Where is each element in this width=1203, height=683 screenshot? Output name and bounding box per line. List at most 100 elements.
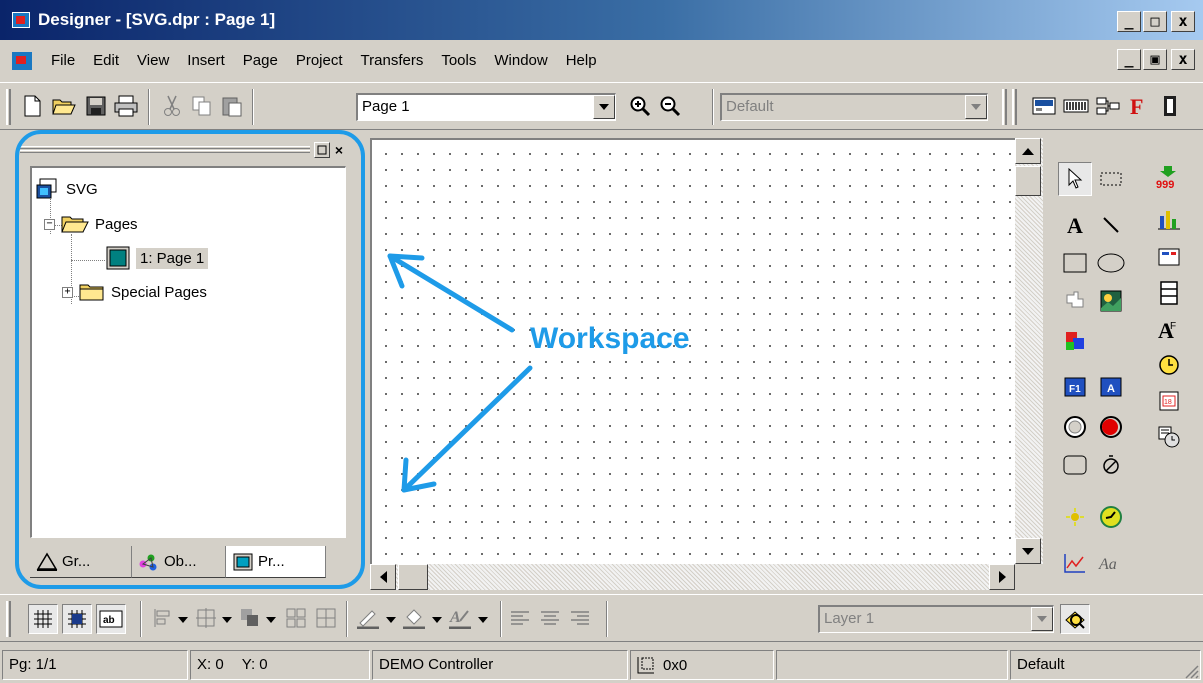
doc-close-button[interactable]: x [1171,49,1195,70]
align-left-icon[interactable] [150,604,178,632]
scroll-down-button[interactable] [1015,538,1041,564]
page-18-icon[interactable]: 18 [1152,384,1186,418]
menu-transfers[interactable]: Transfers [352,52,433,69]
tab-graphics[interactable]: Gr... [30,546,132,578]
text-align-center-icon[interactable] [536,604,564,632]
toolbar-grip[interactable] [6,601,11,637]
message-display-icon[interactable] [1152,240,1186,274]
center-icon[interactable] [192,604,220,632]
new-file-icon[interactable] [18,92,46,120]
layer-combo[interactable]: Layer 1 [818,605,1054,633]
yellow-indicator-icon[interactable] [1058,500,1092,534]
layer-combo-dropdown[interactable] [1031,607,1053,631]
tree-item-pages[interactable]: − Pages [44,214,138,234]
font-f-icon[interactable]: F [1124,92,1152,120]
collapse-icon[interactable]: − [44,218,55,230]
menu-help[interactable]: Help [557,52,606,69]
menu-page[interactable]: Page [234,52,287,69]
round-button-icon[interactable] [1058,410,1092,444]
toolbar-grip-2[interactable] [1002,89,1007,125]
counter-999-icon[interactable]: 999 [1152,160,1186,194]
bargraph-object-icon[interactable] [1062,92,1090,120]
order-icon[interactable] [236,604,264,632]
menu-window[interactable]: Window [485,52,556,69]
bar-chart-icon[interactable] [1152,202,1186,236]
menu-edit[interactable]: Edit [84,52,128,69]
page-combo[interactable]: Page 1 [356,93,616,121]
rounded-rect-icon[interactable] [1058,448,1092,482]
order-dropdown-icon[interactable] [266,617,276,623]
vertical-scroll-thumb[interactable] [1015,166,1041,196]
clock-icon[interactable] [1152,348,1186,382]
gauge-icon[interactable] [1094,500,1128,534]
trend-icon[interactable] [1058,546,1092,580]
copy-icon[interactable] [188,92,216,120]
tree-item-root[interactable]: SVG [36,178,98,200]
tree-item-special-pages[interactable]: + Special Pages [62,282,207,302]
print-icon[interactable] [112,92,140,120]
vertical-scrollbar[interactable] [1015,138,1043,564]
align-dropdown-icon[interactable] [178,617,188,623]
select-area-icon[interactable] [1094,162,1128,196]
zoom-out-icon[interactable] [656,92,684,120]
network-object-icon[interactable] [1094,92,1122,120]
doc-minimize-button[interactable]: _ [1117,49,1141,70]
resize-grip-icon[interactable] [1181,661,1199,679]
save-icon[interactable] [82,92,110,120]
cut-icon[interactable] [158,92,186,120]
maximize-button[interactable]: □ [1143,11,1167,32]
function-key-icon[interactable]: F1 [1058,370,1092,404]
menu-tools[interactable]: Tools [432,52,485,69]
menu-project[interactable]: Project [287,52,352,69]
tree-item-page-1[interactable]: 1: Page 1 [106,246,209,270]
text-color-dropdown-icon[interactable] [478,617,488,623]
app-icon[interactable] [12,12,30,28]
menu-insert[interactable]: Insert [178,52,234,69]
layer-settings-icon[interactable] [1060,604,1090,634]
panel-header[interactable]: × [16,140,346,164]
scroll-up-button[interactable] [1015,138,1041,164]
rectangle-tool-icon[interactable] [1058,246,1092,280]
paste-icon[interactable] [218,92,246,120]
scheduler-icon[interactable] [1152,420,1186,454]
line-color-icon[interactable] [354,604,382,632]
tab-project[interactable]: Pr... [226,546,326,578]
color-tool-icon[interactable] [1058,324,1092,358]
document-icon[interactable] [12,52,32,70]
menu-file[interactable]: File [42,52,84,69]
red-lamp-icon[interactable] [1094,410,1128,444]
line-color-dropdown-icon[interactable] [386,617,396,623]
title-bar[interactable]: Designer - [SVG.dpr : Page 1] _ □ x [0,0,1203,40]
display-object-icon[interactable] [1030,92,1058,120]
text-tool-icon[interactable]: A [1058,208,1092,242]
film-icon[interactable] [1156,92,1184,120]
horizontal-scroll-thumb[interactable] [398,564,428,590]
zoom-in-icon[interactable] [626,92,654,120]
select-pointer-icon[interactable] [1058,162,1092,196]
tab-objects[interactable]: Ob... [132,546,226,578]
open-folder-icon[interactable] [50,92,78,120]
grid-icon[interactable] [28,604,58,634]
doc-restore-button[interactable]: ▣ [1143,49,1167,70]
style-combo-dropdown[interactable] [965,95,987,119]
text-field-icon[interactable]: ab [96,604,126,634]
center-dropdown-icon[interactable] [222,617,232,623]
workspace-canvas[interactable] [370,138,1015,564]
menu-view[interactable]: View [128,52,178,69]
text-color-icon[interactable]: A [446,604,474,632]
panel-restore-icon[interactable] [314,142,330,158]
toolbar-grip[interactable] [6,89,11,125]
expand-icon[interactable]: + [62,286,73,298]
minimize-button[interactable]: _ [1117,11,1141,32]
snap-to-grid-icon[interactable] [62,604,92,634]
list-icon[interactable] [1152,276,1186,310]
ellipse-tool-icon[interactable] [1094,246,1128,280]
scroll-left-button[interactable] [370,564,396,590]
group-icon[interactable] [312,604,340,632]
fill-color-icon[interactable] [400,604,428,632]
scroll-right-button[interactable] [989,564,1015,590]
same-size-icon[interactable] [282,604,310,632]
fill-color-dropdown-icon[interactable] [432,617,442,623]
text-align-left-icon[interactable] [506,604,534,632]
line-tool-icon[interactable] [1094,208,1128,242]
